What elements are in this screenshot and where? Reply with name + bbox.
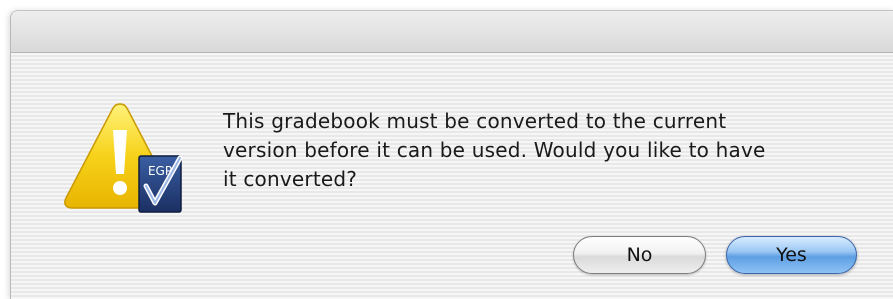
yes-button[interactable]: Yes xyxy=(726,236,857,274)
yes-button-label: Yes xyxy=(776,244,807,266)
no-button-label: No xyxy=(626,244,653,266)
message-line: it converted? xyxy=(223,167,358,191)
dialog-message: This gradebook must be converted to the … xyxy=(223,107,863,194)
dialog-titlebar[interactable] xyxy=(11,11,893,53)
warning-icon: EGP xyxy=(64,103,183,213)
alert-dialog: EGP This gradebook must be converted to … xyxy=(10,10,893,299)
message-line: This gradebook must be converted to the … xyxy=(223,109,727,133)
message-line: version before it can be used. Would you… xyxy=(223,138,766,162)
no-button[interactable]: No xyxy=(573,236,706,274)
dialog-content: EGP This gradebook must be converted to … xyxy=(11,53,893,299)
egp-badge: EGP xyxy=(138,155,183,213)
